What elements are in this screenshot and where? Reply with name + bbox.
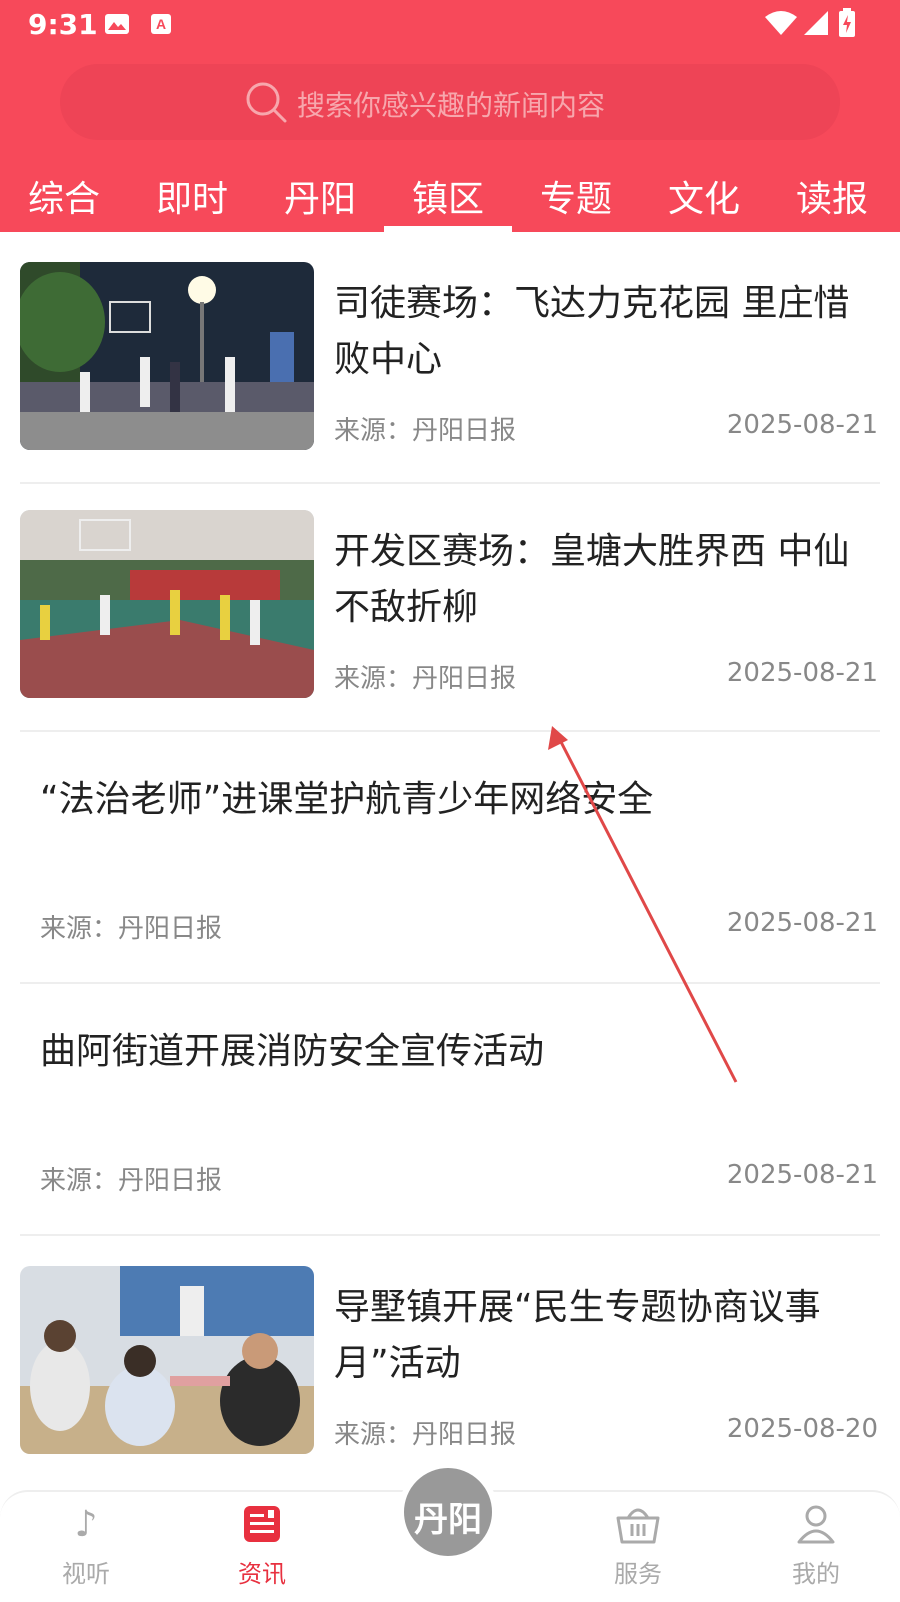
image-icon [105, 14, 129, 34]
news-thumbnail [20, 1266, 314, 1454]
tab-dubao[interactable]: 读报 [768, 170, 896, 222]
nav-mine-label: 我的 [792, 1560, 840, 1588]
news-icon [244, 1506, 280, 1542]
svg-text:A: A [156, 16, 166, 32]
status-time: 9:31 [28, 8, 98, 41]
search-placeholder: 搜索你感兴趣的新闻内容 [297, 89, 606, 122]
news-source: 来源：丹阳日报 [40, 1166, 223, 1196]
tab-wenhua[interactable]: 文化 [640, 170, 768, 222]
news-source: 来源：丹阳日报 [40, 914, 223, 944]
center-logo-button[interactable]: 丹阳 [398, 1462, 498, 1562]
news-item[interactable]: “法治老师”进课堂护航青少年网络安全 来源：丹阳日报 2025-08-21 [0, 732, 900, 984]
news-source: 来源：丹阳日报 [334, 416, 517, 446]
news-date: 2025-08-20 [726, 1414, 878, 1444]
battery-icon [839, 8, 855, 37]
nav-listen-label: 视听 [62, 1560, 110, 1588]
svg-text:♪: ♪ [75, 1504, 98, 1545]
news-date: 2025-08-21 [726, 1160, 878, 1190]
nav-listen[interactable]: ♪ 视听 [26, 1502, 146, 1589]
center-logo-text: 丹阳 [414, 1500, 482, 1540]
tab-zonghe[interactable]: 综合 [0, 170, 128, 222]
signal-icon [804, 11, 828, 35]
tab-jishi[interactable]: 即时 [128, 170, 256, 222]
news-title: “法治老师”进课堂护航青少年网络安全 [40, 779, 654, 820]
news-title: 开发区赛场：皇塘大胜界西 中仙不敌折柳 [334, 531, 850, 628]
news-title: 导墅镇开展“民生专题协商议事月”活动 [334, 1287, 821, 1384]
search-bar[interactable]: 搜索你感兴趣的新闻内容 [60, 64, 840, 140]
news-item[interactable]: 曲阿街道开展消防安全宣传活动 来源：丹阳日报 2025-08-21 [0, 984, 900, 1236]
news-date: 2025-08-21 [726, 908, 878, 938]
wifi-icon [765, 11, 797, 35]
status-bar: 9:31 A [0, 0, 900, 50]
nav-service-label: 服务 [614, 1560, 662, 1588]
tab-zhuanti[interactable]: 专题 [512, 170, 640, 222]
news-item[interactable]: 开发区赛场：皇塘大胜界西 中仙不敌折柳 来源：丹阳日报 2025-08-21 [0, 480, 900, 732]
news-thumbnail [20, 510, 314, 698]
news-date: 2025-08-21 [726, 410, 878, 440]
news-title: 曲阿街道开展消防安全宣传活动 [40, 1031, 545, 1072]
news-item[interactable]: 司徒赛场：飞达力克花园 里庄惜败中心 来源：丹阳日报 2025-08-21 [0, 232, 900, 484]
listen-icon: ♪ [75, 1504, 98, 1545]
nav-news[interactable]: 资讯 [202, 1502, 322, 1589]
news-date: 2025-08-21 [726, 658, 878, 688]
a-notification-icon: A [151, 14, 171, 34]
news-thumbnail [20, 262, 314, 450]
person-icon [797, 1505, 835, 1544]
nav-news-label: 资讯 [238, 1560, 286, 1588]
app-header: 9:31 A 搜索你感兴趣的新闻内容 综合 即时 丹阳 镇区 专题 文化 读报 [0, 0, 900, 232]
category-tabs: 综合 即时 丹阳 镇区 专题 文化 读报 [0, 160, 900, 232]
basket-icon [616, 1508, 660, 1544]
nav-service[interactable]: 服务 [578, 1502, 698, 1589]
news-source: 来源：丹阳日报 [334, 664, 517, 694]
news-item[interactable]: 导墅镇开展“民生专题协商议事月”活动 来源：丹阳日报 2025-08-20 [0, 1236, 900, 1488]
tab-zhenqu[interactable]: 镇区 [384, 170, 512, 222]
news-title: 司徒赛场：飞达力克花园 里庄惜败中心 [334, 283, 850, 380]
news-source: 来源：丹阳日报 [334, 1420, 517, 1450]
search-icon [246, 82, 287, 123]
tab-danyang[interactable]: 丹阳 [256, 170, 384, 222]
nav-mine[interactable]: 我的 [756, 1502, 876, 1589]
